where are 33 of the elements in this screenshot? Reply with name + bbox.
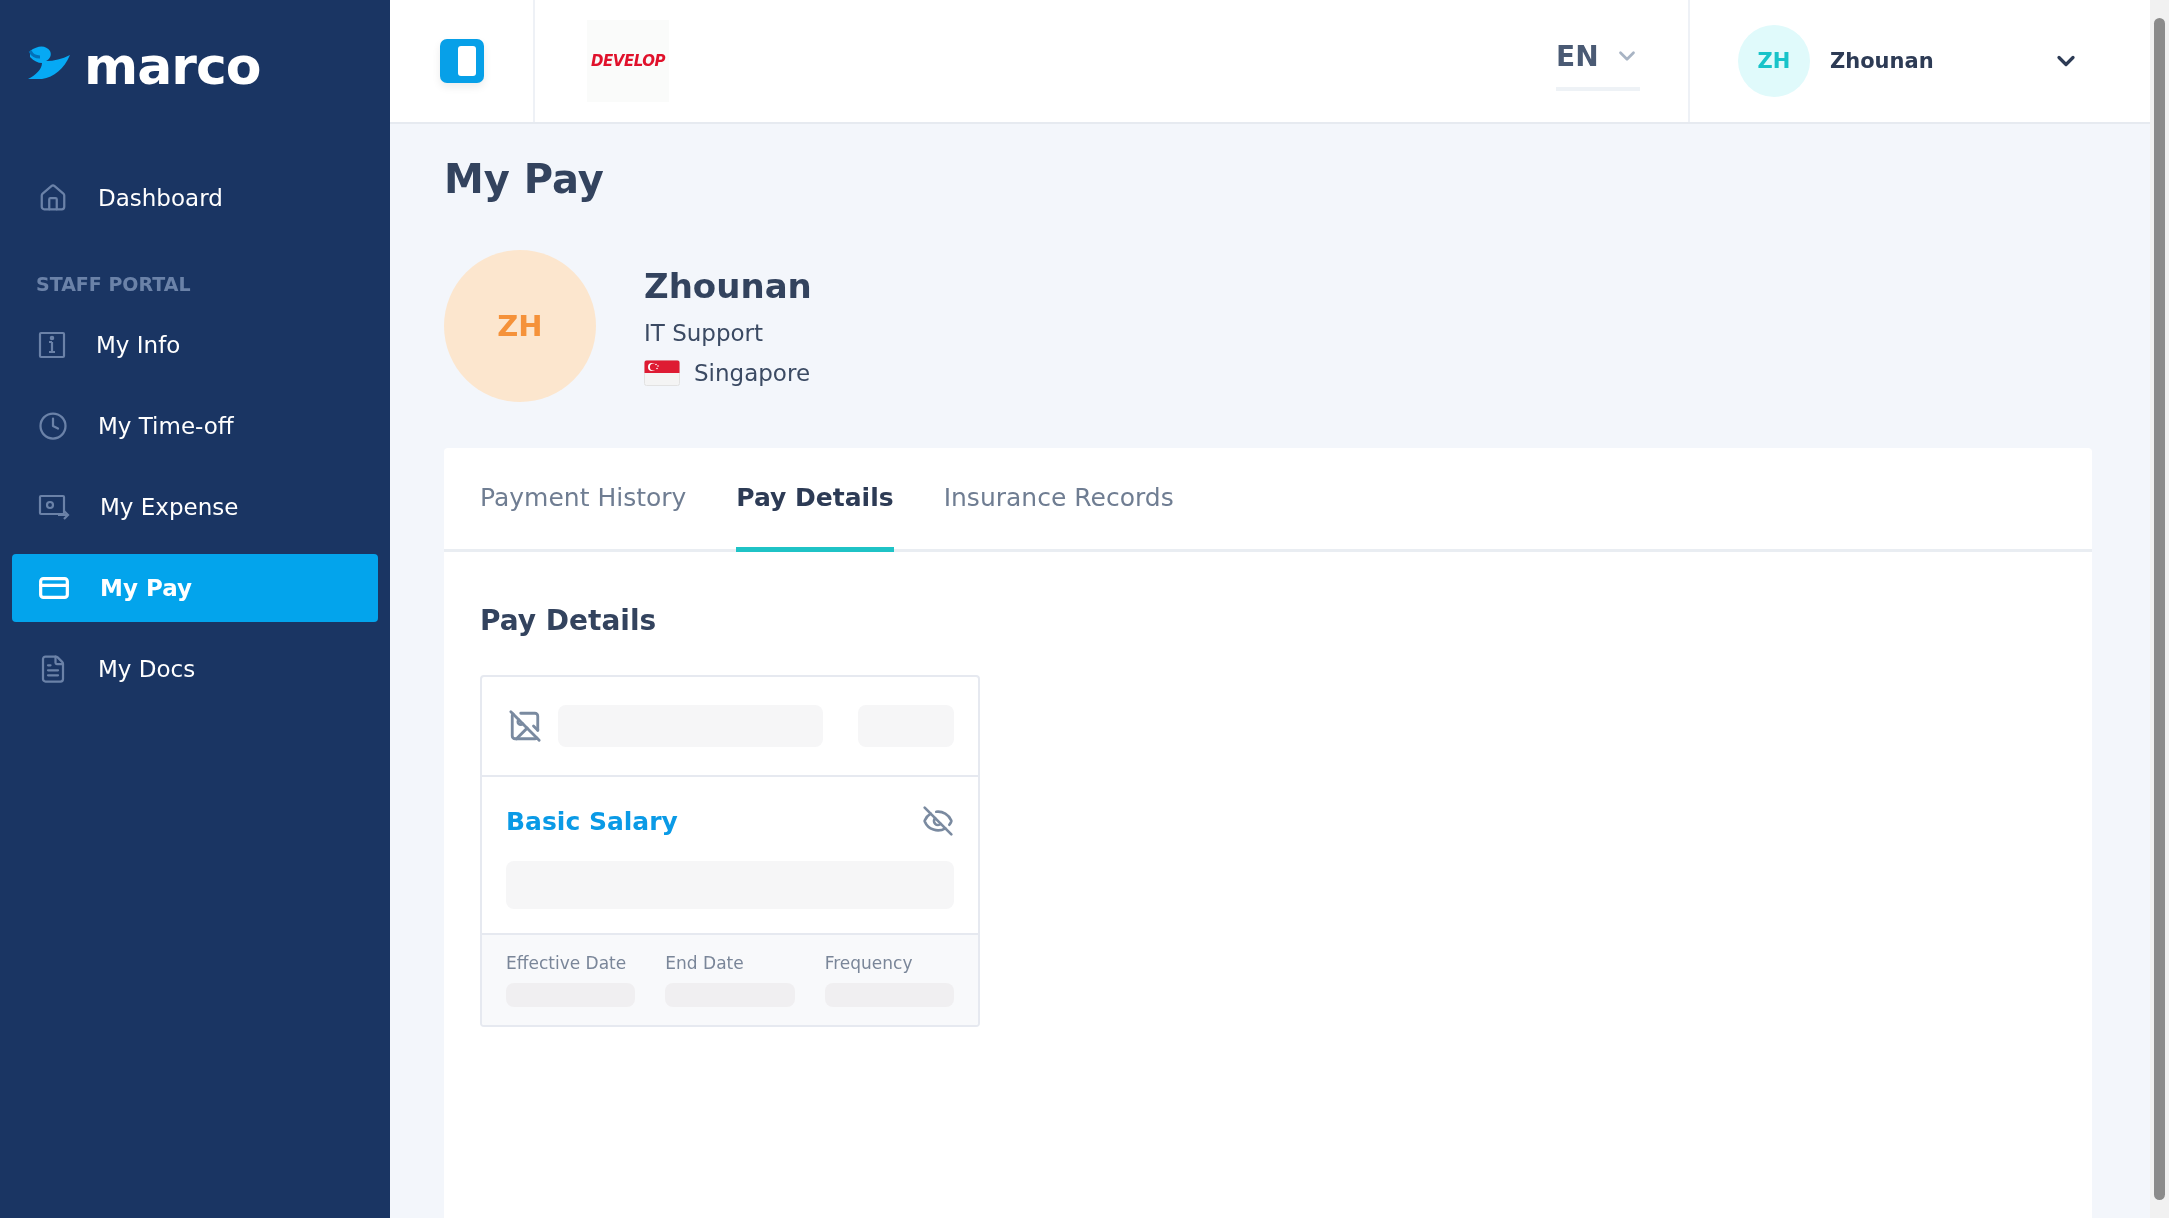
field-label: Effective Date xyxy=(506,953,628,973)
nav-item[interactable]: My Time-off xyxy=(12,392,378,460)
profile-role: IT Support xyxy=(644,320,765,346)
nav-item[interactable]: My Expense xyxy=(12,473,378,541)
eye-off-icon[interactable] xyxy=(922,805,954,837)
info-icon xyxy=(38,331,66,359)
screen-arrow-icon xyxy=(38,493,70,521)
tab[interactable]: Insurance Records xyxy=(943,448,1174,552)
nav-item[interactable]: Dashboard xyxy=(12,164,378,232)
home-icon xyxy=(38,183,68,213)
clock-icon xyxy=(38,411,68,441)
brand-name: marco xyxy=(84,40,261,92)
salary-title: Basic Salary xyxy=(506,806,678,836)
nav-item[interactable]: My Info xyxy=(12,311,378,379)
section-heading: STAFF PORTAL xyxy=(35,273,192,295)
section-title: Pay Details xyxy=(480,604,658,637)
tab[interactable]: Pay Details xyxy=(736,448,894,552)
language-select[interactable]: EN xyxy=(1556,31,1640,91)
sidebar-toggle-button[interactable] xyxy=(439,39,484,83)
profile-name: Zhounan xyxy=(644,266,812,306)
profile-avatar: ZH xyxy=(444,250,596,402)
tab[interactable]: Payment History xyxy=(480,448,687,552)
profile-country: Singapore xyxy=(694,360,811,386)
environment-badge: DEVELOP xyxy=(587,20,669,102)
user-name: Zhounan xyxy=(1830,49,1935,73)
field-label: Frequency xyxy=(824,953,914,973)
nav-item[interactable]: My Docs xyxy=(12,635,378,703)
image-off-icon xyxy=(508,709,542,743)
page-title: My Pay xyxy=(444,156,605,202)
flag-icon xyxy=(644,360,680,386)
user-avatar: ZH xyxy=(1738,25,1810,97)
scrollbar[interactable] xyxy=(2150,0,2169,1218)
field-label: End Date xyxy=(665,953,745,973)
